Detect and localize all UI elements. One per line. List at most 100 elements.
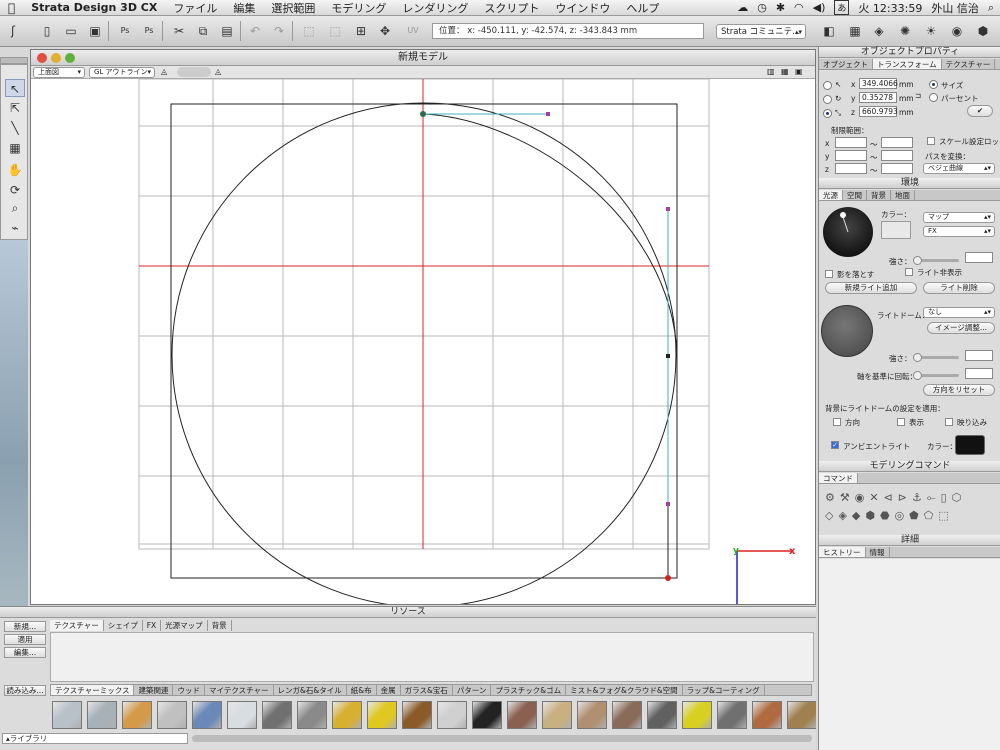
- texture-swatch[interactable]: [332, 701, 362, 729]
- x-value-field[interactable]: 349.4066: [859, 78, 898, 89]
- tab-cat-architecture[interactable]: 建築関連: [134, 685, 174, 695]
- settings-icon[interactable]: ✺: [896, 22, 914, 40]
- texture-swatch[interactable]: [472, 701, 502, 729]
- lights-icon[interactable]: ☀: [922, 22, 940, 40]
- tab-cat-wood[interactable]: ウッド: [173, 685, 205, 695]
- photoshop-export-icon[interactable]: Ps: [116, 22, 134, 40]
- tab-cat-plastic[interactable]: プラスチック&ゴム: [491, 685, 567, 695]
- display-checkbox[interactable]: [897, 418, 905, 426]
- percent-radio[interactable]: [929, 93, 938, 102]
- tool-palette-header[interactable]: [0, 57, 28, 64]
- menu-selection[interactable]: 選択範囲: [263, 0, 323, 16]
- limit-y-max[interactable]: [881, 150, 913, 161]
- delete-light-button[interactable]: ライト削除: [923, 282, 995, 294]
- tab-ground[interactable]: 地面: [891, 190, 915, 200]
- link-icon[interactable]: ⊐: [915, 91, 921, 100]
- dome-intensity-slider[interactable]: [913, 353, 959, 362]
- limit-z-max[interactable]: [881, 163, 913, 174]
- tab-commands[interactable]: コマンド: [819, 473, 858, 483]
- rotate-view-icon[interactable]: ⟳: [5, 181, 25, 199]
- reset-direction-button[interactable]: 方向をリセット: [923, 384, 995, 396]
- volume-icon[interactable]: ◀): [813, 1, 826, 14]
- menu-script[interactable]: スクリプト: [476, 0, 547, 16]
- tab-transform[interactable]: トランスフォーム: [873, 59, 942, 69]
- view-layout-icon[interactable]: ▥: [767, 67, 775, 76]
- zoom-in-icon[interactable]: ◬: [215, 67, 231, 77]
- texture-swatch[interactable]: [157, 701, 187, 729]
- light-color-swatch[interactable]: [881, 221, 911, 239]
- texture-swatch[interactable]: [297, 701, 327, 729]
- render-icon[interactable]: ▦: [846, 22, 864, 40]
- photoshop-import-icon[interactable]: Ps: [140, 22, 158, 40]
- tab-background[interactable]: 背景: [867, 190, 891, 200]
- cloud-icon[interactable]: ☁: [737, 1, 748, 14]
- object-properties-header[interactable]: オブジェクトプロパティ: [819, 47, 1000, 58]
- document-titlebar[interactable]: 新規モデル: [31, 50, 815, 66]
- y-value-field[interactable]: 0.35278: [859, 92, 897, 103]
- tab-texture[interactable]: テクスチャー: [942, 59, 996, 69]
- transform-mode-rotate[interactable]: [823, 95, 832, 104]
- rotate-axis-slider[interactable]: [913, 371, 959, 380]
- render-mode-select[interactable]: GL アウトライン ▾: [89, 67, 155, 78]
- menu-rendering[interactable]: レンダリング: [394, 0, 476, 16]
- apply-check-button[interactable]: ✔: [967, 105, 993, 117]
- texture-swatch[interactable]: [262, 701, 292, 729]
- scene-drawing[interactable]: x y: [31, 78, 815, 608]
- zoom-icon[interactable]: ⌕: [5, 199, 25, 217]
- eyedropper-icon[interactable]: ⌁: [5, 219, 25, 237]
- dome-intensity-field[interactable]: [965, 350, 993, 361]
- spotlight-icon[interactable]: ⌕: [988, 1, 994, 15]
- object-icon[interactable]: ◈: [870, 22, 888, 40]
- open-folder-icon[interactable]: ▭: [62, 22, 80, 40]
- texture-swatch[interactable]: [87, 701, 117, 729]
- z-value-field[interactable]: 660.9793: [859, 106, 898, 117]
- reflection-checkbox[interactable]: [945, 418, 953, 426]
- direction-checkbox[interactable]: [833, 418, 841, 426]
- light-direction-preview[interactable]: [823, 207, 873, 257]
- texture-swatch[interactable]: [227, 701, 257, 729]
- tab-cat-my-texture[interactable]: マイテクスチャー: [205, 685, 274, 695]
- camera-icon[interactable]: ◉: [948, 22, 966, 40]
- ungroup-icon[interactable]: ⬚: [326, 22, 344, 40]
- modeling-commands-header[interactable]: モデリングコマンド: [819, 461, 1000, 472]
- transform-mode-scale[interactable]: [823, 109, 832, 118]
- tab-history[interactable]: ヒストリー: [819, 547, 866, 557]
- load-button[interactable]: 読み込み...: [4, 685, 46, 696]
- tab-info[interactable]: 情報: [866, 547, 890, 557]
- details-header[interactable]: 詳細: [819, 535, 1000, 546]
- texture-swatch[interactable]: [647, 701, 677, 729]
- new-document-icon[interactable]: ▯: [38, 22, 56, 40]
- cut-icon[interactable]: ✂: [170, 22, 188, 40]
- menu-app-name[interactable]: Strata Design 3D CX: [23, 1, 165, 14]
- redo-icon[interactable]: ↷: [270, 22, 288, 40]
- time-machine-icon[interactable]: ◷: [757, 1, 767, 14]
- path-convert-select[interactable]: ベジェ曲線 ▴▾: [923, 163, 995, 174]
- menu-window[interactable]: ウインドウ: [547, 0, 618, 16]
- modeling-command-grid[interactable]: ⚙⚒◉✕⊲⊳⚓⟜▯⬡ ◇◈◆⬢⬣◎⬟⬠⬚: [821, 489, 999, 529]
- texture-swatch[interactable]: [752, 701, 782, 729]
- library-select[interactable]: ▴ライブラリ: [2, 733, 188, 744]
- bluetooth-icon[interactable]: ✱: [776, 1, 785, 14]
- map-select[interactable]: マップ ▴▾: [923, 212, 995, 223]
- size-radio[interactable]: [929, 80, 938, 89]
- menu-help[interactable]: ヘルプ: [618, 0, 667, 16]
- viewport-canvas[interactable]: x y: [31, 78, 815, 608]
- menu-modeling[interactable]: モデリング: [323, 0, 394, 16]
- texture-swatch[interactable]: [192, 701, 222, 729]
- limit-x-max[interactable]: [881, 137, 913, 148]
- menubar-clock[interactable]: 火 12:33:59: [858, 0, 922, 16]
- texture-swatch[interactable]: [402, 701, 432, 729]
- image-adjust-button[interactable]: イメージ調整...: [927, 322, 995, 334]
- tab-cat-metal[interactable]: 金属: [377, 685, 401, 695]
- intensity-slider[interactable]: [913, 256, 959, 265]
- align-icon[interactable]: ⊞: [352, 22, 370, 40]
- cube-icon[interactable]: ⬢: [974, 22, 992, 40]
- grid-tool-icon[interactable]: ▦: [5, 139, 25, 157]
- minimize-icon[interactable]: [51, 53, 61, 63]
- paste-icon[interactable]: ▤: [218, 22, 236, 40]
- texture-swatch[interactable]: [122, 701, 152, 729]
- transform-mode-move[interactable]: [823, 81, 832, 90]
- texture-swatch[interactable]: [577, 701, 607, 729]
- view-select[interactable]: 上面図 ▾: [33, 67, 85, 78]
- limit-y-min[interactable]: [835, 150, 867, 161]
